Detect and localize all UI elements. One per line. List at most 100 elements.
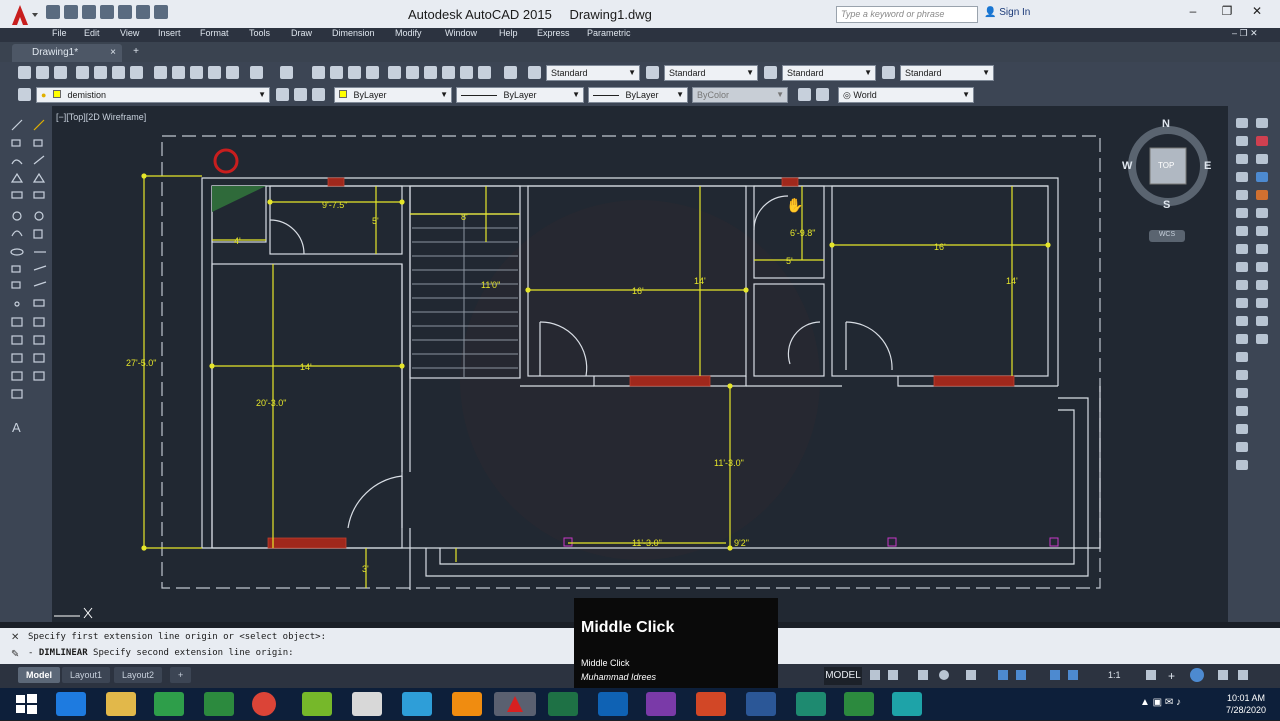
menu-draw[interactable]: Draw	[291, 28, 312, 38]
dim-style-icon[interactable]	[646, 66, 659, 79]
zoom-realtime-icon[interactable]	[330, 66, 343, 79]
publish-icon[interactable]	[112, 66, 125, 79]
save-icon[interactable]	[82, 5, 96, 19]
plot-icon[interactable]	[76, 66, 89, 79]
file-explorer-icon[interactable]	[106, 692, 136, 716]
text-style-icon[interactable]	[528, 66, 541, 79]
onenote-icon[interactable]	[646, 692, 676, 716]
open-icon[interactable]	[64, 5, 78, 19]
qnew-icon[interactable]	[18, 66, 31, 79]
lineweight-dropdown[interactable]: ByLayer ▼	[588, 87, 688, 103]
south-label[interactable]: S	[1163, 199, 1170, 211]
properties-icon[interactable]	[388, 66, 401, 79]
vlc-icon[interactable]	[452, 692, 482, 716]
store-icon[interactable]	[154, 692, 184, 716]
west-label[interactable]: W	[1122, 160, 1132, 172]
windows-start-icon[interactable]	[14, 692, 38, 716]
linetype-dropdown[interactable]: ByLayer ▼	[456, 87, 584, 103]
ucs-previous-icon[interactable]	[816, 88, 829, 101]
clock[interactable]: 10:01 AM 7/28/2020	[1218, 692, 1274, 716]
system-tray-icons[interactable]: ▲ ▣ ✉ ♪	[1140, 697, 1181, 708]
save-icon[interactable]	[54, 66, 67, 79]
table-style-icon[interactable]	[764, 66, 777, 79]
menu-view[interactable]: View	[120, 28, 139, 38]
top-face-label[interactable]: TOP	[1158, 161, 1174, 170]
wcs-menu[interactable]: WCS	[1149, 230, 1185, 242]
layer-properties-icon[interactable]	[18, 88, 31, 101]
browser-icon[interactable]	[402, 692, 432, 716]
undo-icon[interactable]	[136, 5, 150, 19]
zoom-window-icon[interactable]	[348, 66, 361, 79]
tab-layout2[interactable]: Layout2	[114, 667, 163, 683]
camtasia2-icon[interactable]	[844, 692, 874, 716]
dim-style-dropdown[interactable]: Standard ▼	[664, 65, 758, 81]
menu-window[interactable]: Window	[445, 28, 477, 38]
document-window-controls[interactable]: – ❐ ✕	[1232, 28, 1258, 39]
close-command-icon[interactable]: ✕	[11, 632, 19, 643]
menu-modify[interactable]: Modify	[395, 28, 422, 38]
layer-previous-icon[interactable]	[294, 88, 307, 101]
ucs-dropdown[interactable]: ◎ World ▼	[838, 87, 974, 103]
camtasia-icon[interactable]	[204, 692, 234, 716]
pan-icon[interactable]	[312, 66, 325, 79]
help-icon[interactable]	[504, 66, 517, 79]
menu-parametric[interactable]: Parametric	[587, 28, 631, 38]
table-style-dropdown[interactable]: Standard ▼	[782, 65, 876, 81]
app3-icon[interactable]	[892, 692, 922, 716]
autocad-logo-icon[interactable]	[8, 3, 42, 27]
menu-file[interactable]: File	[52, 28, 67, 38]
menu-dimension[interactable]: Dimension	[332, 28, 375, 38]
save-as-icon[interactable]	[100, 5, 114, 19]
layer-state-icon[interactable]	[312, 88, 325, 101]
app-icon[interactable]	[352, 692, 382, 716]
autocad-taskbar-icon[interactable]	[494, 692, 536, 716]
cut-icon[interactable]	[154, 66, 167, 79]
east-label[interactable]: E	[1204, 160, 1211, 172]
menu-format[interactable]: Format	[200, 28, 229, 38]
zoom-previous-icon[interactable]	[366, 66, 379, 79]
word-icon[interactable]	[746, 692, 776, 716]
tab-model[interactable]: Model	[18, 667, 60, 683]
undo-icon[interactable]	[250, 66, 263, 79]
mleader-style-dropdown[interactable]: Standard ▼	[900, 65, 994, 81]
preview-icon[interactable]	[94, 66, 107, 79]
tab-drawing1[interactable]: Drawing1* ×	[12, 44, 122, 62]
print-icon[interactable]	[118, 5, 132, 19]
outlook-icon[interactable]	[598, 692, 628, 716]
close-tab-icon[interactable]: ×	[110, 47, 116, 58]
matchprop-icon[interactable]	[208, 66, 221, 79]
3d-print-icon[interactable]	[130, 66, 143, 79]
sign-in-link[interactable]: 👤 Sign In	[984, 7, 1030, 18]
minimize-button[interactable]: –	[1176, 4, 1210, 22]
plotstyle-dropdown[interactable]: ByColor ▼	[692, 87, 788, 103]
copy-icon[interactable]	[172, 66, 185, 79]
menu-help[interactable]: Help	[499, 28, 518, 38]
calculator-icon[interactable]	[478, 66, 491, 79]
redo-icon[interactable]	[154, 5, 168, 19]
menu-express[interactable]: Express	[537, 28, 570, 38]
chrome-icon[interactable]	[252, 692, 276, 716]
menu-insert[interactable]: Insert	[158, 28, 181, 38]
restore-button[interactable]: ❐	[1210, 4, 1244, 22]
utorrent-icon[interactable]	[302, 692, 332, 716]
sheet-set-icon[interactable]	[442, 66, 455, 79]
menu-tools[interactable]: Tools	[249, 28, 270, 38]
make-current-icon[interactable]	[276, 88, 289, 101]
annotation-scale[interactable]: 1:1	[1108, 670, 1121, 680]
open-icon[interactable]	[36, 66, 49, 79]
menu-edit[interactable]: Edit	[84, 28, 100, 38]
markup-icon[interactable]	[460, 66, 473, 79]
ucs-icon[interactable]	[798, 88, 811, 101]
tab-layout1[interactable]: Layout1	[62, 667, 111, 683]
command-input[interactable]: ‐ DIMLINEAR Specify second extension lin…	[28, 648, 294, 658]
text-style-dropdown[interactable]: Standard ▼	[546, 65, 640, 81]
excel-icon[interactable]	[548, 692, 578, 716]
color-dropdown[interactable]: ByLayer ▼	[334, 87, 452, 103]
internet-explorer-icon[interactable]	[56, 692, 86, 716]
paste-icon[interactable]	[190, 66, 203, 79]
block-editor-icon[interactable]	[226, 66, 239, 79]
app2-icon[interactable]	[796, 692, 826, 716]
layer-dropdown[interactable]: ● demistion ▼	[36, 87, 270, 103]
design-center-icon[interactable]	[406, 66, 419, 79]
mleader-style-icon[interactable]	[882, 66, 895, 79]
